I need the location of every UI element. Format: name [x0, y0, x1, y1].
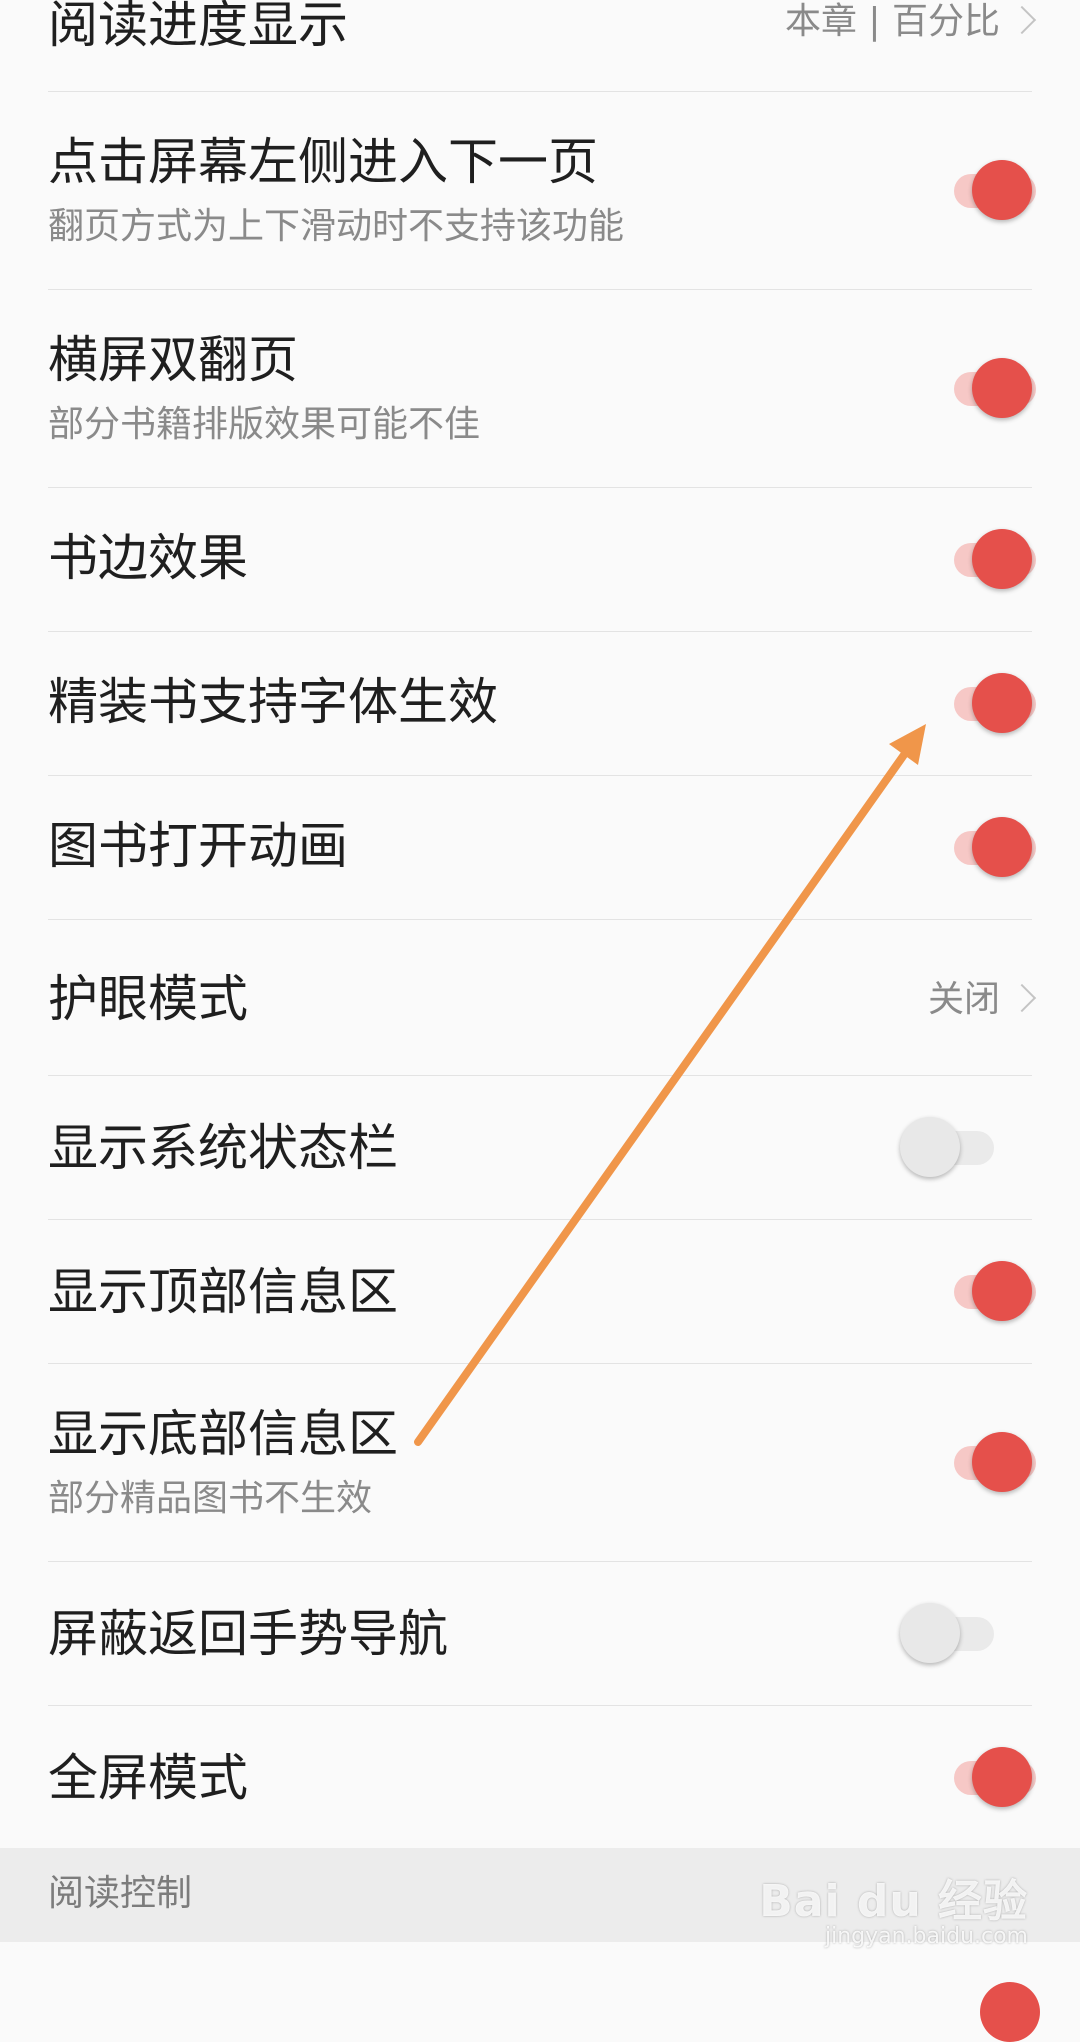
setting-title: 屏蔽返回手势导航 — [48, 1605, 448, 1663]
setting-title: 阅读进度显示 — [48, 0, 348, 54]
chevron-right-icon — [1007, 983, 1037, 1013]
toggle-switch[interactable] — [900, 1602, 1010, 1666]
toggle-switch[interactable] — [922, 1746, 1036, 1810]
setting-row-system-status-bar[interactable]: 显示系统状态栏 — [0, 1076, 1080, 1220]
setting-title: 图书打开动画 — [48, 817, 348, 875]
setting-title: 点击屏幕左侧进入下一页 — [48, 133, 598, 191]
toggle-knob — [972, 817, 1032, 877]
toggle-knob — [972, 529, 1032, 589]
toggle-knob — [900, 1603, 960, 1663]
setting-subtitle: 翻页方式为上下滑动时不支持该功能 — [48, 206, 625, 247]
toggle-knob — [972, 358, 1032, 418]
next-row-partial — [0, 1942, 1080, 2042]
toggle-knob — [972, 1432, 1032, 1492]
setting-title: 全屏模式 — [48, 1749, 248, 1807]
toggle-switch[interactable] — [922, 816, 1036, 880]
setting-value: 本章 | 百分比 — [784, 1, 1000, 42]
setting-row-full-screen[interactable]: 全屏模式 — [0, 1706, 1080, 1848]
toggle-knob — [972, 1747, 1032, 1807]
section-header-label: 阅读控制 — [48, 1873, 193, 1914]
setting-row-tap-left-next-page[interactable]: 点击屏幕左侧进入下一页 翻页方式为上下滑动时不支持该功能 — [0, 92, 1080, 290]
chevron-right-icon — [1007, 5, 1037, 35]
setting-subtitle: 部分精品图书不生效 — [48, 1478, 373, 1519]
setting-row-book-open-animation[interactable]: 图书打开动画 — [0, 776, 1080, 920]
setting-title: 书边效果 — [48, 529, 248, 587]
setting-title: 显示顶部信息区 — [48, 1263, 398, 1321]
setting-row-top-info-area[interactable]: 显示顶部信息区 — [0, 1220, 1080, 1364]
setting-title: 显示系统状态栏 — [48, 1119, 398, 1177]
setting-row-hardcover-font[interactable]: 精装书支持字体生效 — [0, 632, 1080, 776]
toggle-switch[interactable] — [922, 1431, 1036, 1495]
toggle-knob-partial[interactable] — [980, 1982, 1040, 2042]
setting-row-book-edge-effect[interactable]: 书边效果 — [0, 488, 1080, 632]
setting-subtitle: 部分书籍排版效果可能不佳 — [48, 404, 481, 445]
toggle-knob — [900, 1117, 960, 1177]
toggle-knob — [972, 160, 1032, 220]
setting-row-bottom-info-area[interactable]: 显示底部信息区 部分精品图书不生效 — [0, 1364, 1080, 1562]
toggle-switch[interactable] — [922, 1260, 1036, 1324]
setting-value: 关闭 — [927, 979, 1000, 1020]
setting-row-block-back-gesture[interactable]: 屏蔽返回手势导航 — [0, 1562, 1080, 1706]
setting-row-landscape-double-page[interactable]: 横屏双翻页 部分书籍排版效果可能不佳 — [0, 290, 1080, 488]
toggle-switch[interactable] — [922, 357, 1036, 421]
setting-row-eye-protection[interactable]: 护眼模式 关闭 — [0, 920, 1080, 1076]
setting-title: 横屏双翻页 — [48, 331, 298, 389]
toggle-switch[interactable] — [922, 528, 1036, 592]
setting-title: 显示底部信息区 — [48, 1405, 398, 1463]
setting-title: 精装书支持字体生效 — [48, 673, 498, 731]
setting-title: 护眼模式 — [48, 970, 248, 1028]
toggle-switch[interactable] — [900, 1116, 1010, 1180]
section-header-reading-control: 阅读控制 — [0, 1848, 1080, 1942]
toggle-switch[interactable] — [922, 672, 1036, 736]
toggle-knob — [972, 1261, 1032, 1321]
toggle-knob — [972, 673, 1032, 733]
toggle-switch[interactable] — [922, 159, 1036, 223]
setting-row-reading-progress[interactable]: 阅读进度显示 本章 | 百分比 — [0, 0, 1080, 92]
